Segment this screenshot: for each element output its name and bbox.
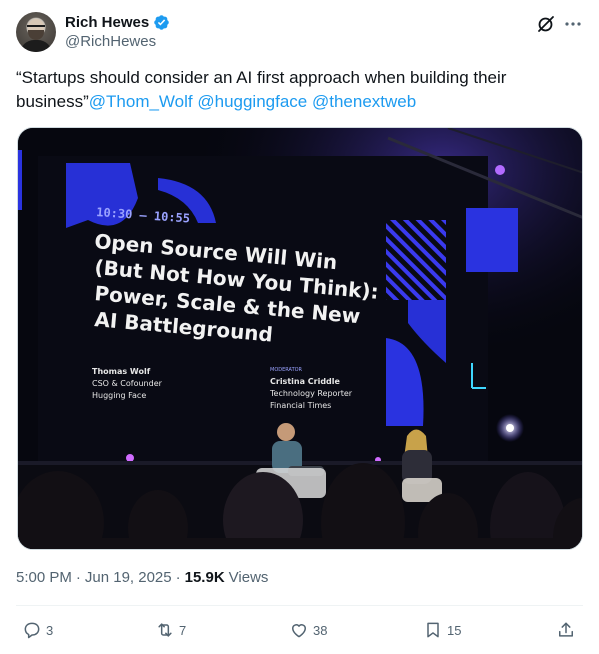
avatar-glasses-shape xyxy=(27,25,45,29)
author-name-row[interactable]: Rich Hewes xyxy=(65,12,170,32)
divider xyxy=(16,605,583,606)
tweet-time[interactable]: 5:00 PM xyxy=(16,569,72,586)
speaker-title-line: CSO & Cofounder xyxy=(92,379,163,388)
avatar[interactable] xyxy=(16,12,56,52)
bookmark-button[interactable]: 15 xyxy=(423,614,461,646)
meta-separator: · xyxy=(75,569,81,586)
reply-icon xyxy=(24,622,40,639)
bookmark-count: 15 xyxy=(447,622,462,638)
moderator-label: MODERATOR xyxy=(270,367,303,373)
bookmark-icon xyxy=(427,622,439,638)
avatar-beard-shape xyxy=(28,30,44,40)
more-options-button[interactable] xyxy=(562,13,584,35)
avatar-body-shape xyxy=(20,40,52,52)
heart-icon xyxy=(292,624,306,638)
grok-button[interactable] xyxy=(535,13,557,35)
meta-separator: · xyxy=(175,569,181,586)
share-button[interactable] xyxy=(556,614,576,646)
tweet-card: Rich Hewes @RichHewes “Startups should c… xyxy=(0,0,599,654)
moderator-name: Cristina Criddle xyxy=(270,377,341,386)
like-button[interactable]: 38 xyxy=(289,614,327,646)
repost-button[interactable]: 7 xyxy=(155,614,186,646)
reply-count: 3 xyxy=(46,622,54,638)
verified-badge-icon xyxy=(154,14,169,30)
moderator-title-line: Technology Reporter xyxy=(269,389,353,398)
mention-link[interactable]: @huggingface xyxy=(197,92,307,111)
like-count: 38 xyxy=(313,622,328,638)
mention-link[interactable]: @Thom_Wolf xyxy=(89,92,193,111)
views-count: 15.9K xyxy=(184,569,225,586)
reply-button[interactable]: 3 xyxy=(22,614,53,646)
author-handle[interactable]: @RichHewes xyxy=(65,33,156,50)
repost-icon xyxy=(158,623,172,637)
speaker-name: Thomas Wolf xyxy=(92,367,151,376)
author-display-name[interactable]: Rich Hewes xyxy=(65,14,149,31)
tweet-date[interactable]: Jun 19, 2025 xyxy=(85,569,172,586)
moderator-title-line: Financial Times xyxy=(270,401,331,410)
mention-link[interactable]: @thenextweb xyxy=(312,92,416,111)
grok-icon xyxy=(538,16,554,32)
conference-stage-photo: 10:30 – 10:55 Open Source Will Win (But … xyxy=(18,128,582,549)
views-label: Views xyxy=(228,569,269,586)
tweet-meta: 5:00 PM · Jun 19, 2025 · 15.9K Views xyxy=(16,569,268,586)
action-bar: 3 7 38 15 xyxy=(0,614,599,646)
tweet-text: “Startups should consider an AI first ap… xyxy=(16,66,576,114)
repost-count: 7 xyxy=(179,622,187,638)
more-icon xyxy=(565,22,581,26)
speaker-title-line: Hugging Face xyxy=(92,391,146,400)
tweet-photo[interactable]: 10:30 – 10:55 Open Source Will Win (But … xyxy=(17,127,583,550)
share-icon xyxy=(559,622,573,637)
